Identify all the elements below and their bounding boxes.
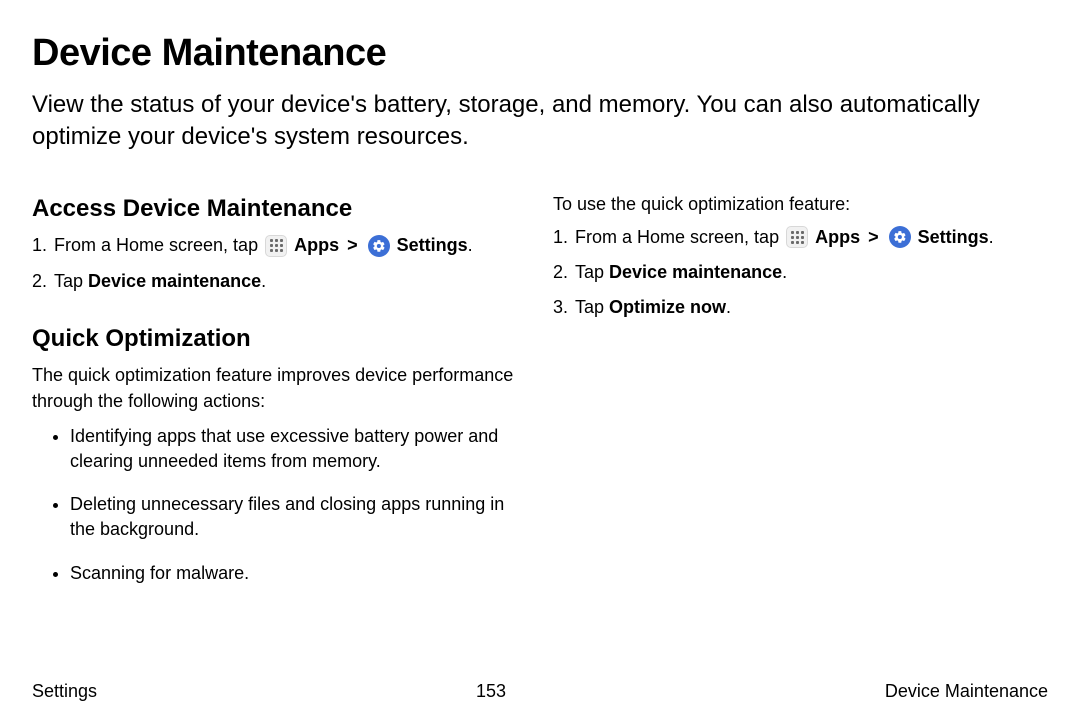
quick-step-2: 2. Tap Device maintenance. — [553, 260, 1048, 285]
bullet-item: Identifying apps that use excessive batt… — [70, 424, 527, 474]
left-column: Access Device Maintenance 1. From a Home… — [32, 192, 527, 604]
heading-quick-optimization: Quick Optimization — [32, 322, 527, 356]
text: Tap — [54, 271, 88, 291]
two-column-layout: Access Device Maintenance 1. From a Home… — [32, 192, 1048, 604]
footer-left: Settings — [32, 681, 97, 702]
bold-text: Device maintenance — [609, 262, 782, 282]
period: . — [261, 271, 266, 291]
step-number: 2. — [553, 260, 575, 285]
apps-icon — [265, 235, 287, 257]
bullet-item: Scanning for malware. — [70, 561, 527, 586]
right-lead: To use the quick optimization feature: — [553, 192, 1048, 217]
chevron-right-icon: > — [344, 235, 361, 255]
quick-step-3: 3. Tap Optimize now. — [553, 295, 1048, 320]
manual-page: Device Maintenance View the status of yo… — [0, 0, 1080, 720]
step-number: 1. — [553, 225, 575, 250]
step-text: Tap Device maintenance. — [575, 260, 787, 285]
period: . — [989, 227, 994, 247]
bold-text: Device maintenance — [88, 271, 261, 291]
settings-label: Settings — [397, 235, 468, 255]
step-number: 3. — [553, 295, 575, 320]
apps-icon — [786, 226, 808, 248]
page-title: Device Maintenance — [32, 32, 1048, 75]
period: . — [468, 235, 473, 255]
quick-bullets: Identifying apps that use excessive batt… — [32, 424, 527, 586]
access-steps: 1. From a Home screen, tap Apps > Settin… — [32, 233, 527, 293]
step-number: 2. — [32, 269, 54, 294]
period: . — [726, 297, 731, 317]
text: Tap — [575, 262, 609, 282]
step-text: Tap Optimize now. — [575, 295, 731, 320]
page-footer: Settings 153 Device Maintenance — [32, 681, 1048, 702]
apps-label: Apps — [815, 227, 860, 247]
apps-label: Apps — [294, 235, 339, 255]
access-step-1: 1. From a Home screen, tap Apps > Settin… — [32, 233, 527, 258]
quick-step-1: 1. From a Home screen, tap Apps > Settin… — [553, 225, 1048, 250]
step-text: From a Home screen, tap Apps > Settings. — [575, 225, 994, 250]
bullet-item: Deleting unnecessary files and closing a… — [70, 492, 527, 542]
quick-intro-paragraph: The quick optimization feature improves … — [32, 363, 527, 413]
heading-access: Access Device Maintenance — [32, 192, 527, 226]
intro-paragraph: View the status of your device's battery… — [32, 89, 1042, 154]
period: . — [782, 262, 787, 282]
settings-label: Settings — [918, 227, 989, 247]
text: Tap — [575, 297, 609, 317]
text: From a Home screen, tap — [575, 227, 784, 247]
footer-page-number: 153 — [476, 681, 506, 702]
quick-use-steps: 1. From a Home screen, tap Apps > Settin… — [553, 225, 1048, 321]
bold-text: Optimize now — [609, 297, 726, 317]
right-column: To use the quick optimization feature: 1… — [553, 192, 1048, 604]
settings-icon — [368, 235, 390, 257]
footer-right: Device Maintenance — [885, 681, 1048, 702]
access-step-2: 2. Tap Device maintenance. — [32, 269, 527, 294]
step-text: Tap Device maintenance. — [54, 269, 266, 294]
chevron-right-icon: > — [865, 227, 882, 247]
step-number: 1. — [32, 233, 54, 258]
settings-icon — [889, 226, 911, 248]
step-text: From a Home screen, tap Apps > Settings. — [54, 233, 473, 258]
text: From a Home screen, tap — [54, 235, 263, 255]
